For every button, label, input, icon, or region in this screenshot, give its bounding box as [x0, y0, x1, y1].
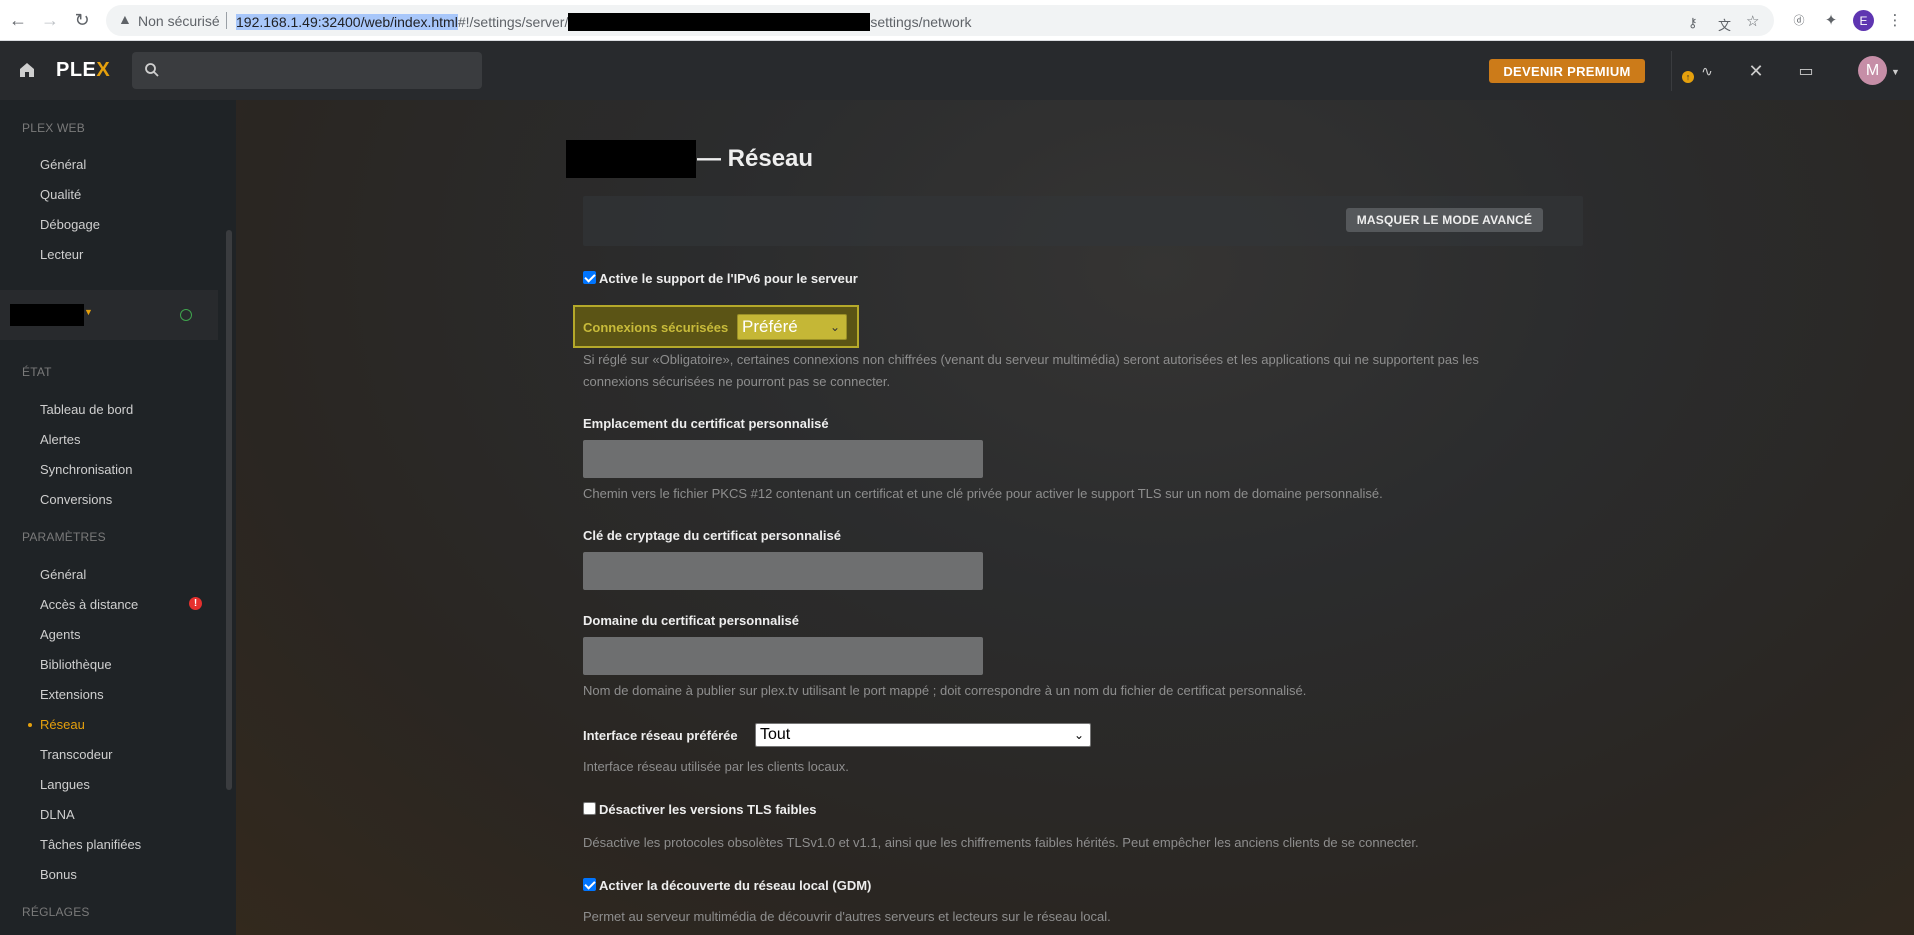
ipv6-label: Active le support de l'IPv6 pour le serv… [599, 271, 858, 286]
server-name-redaction [10, 304, 84, 326]
chevron-down-icon[interactable]: ▼ [1891, 67, 1900, 77]
weak-tls-help: Désactive les protocoles obsolètes TLSv1… [583, 835, 1419, 850]
kebab-menu-icon[interactable]: ⋮ [1884, 9, 1906, 31]
section-settings: PARAMÈTRES [22, 530, 106, 544]
activity-icon[interactable]: ∿ [1694, 58, 1720, 84]
omnibox-separator [226, 12, 227, 29]
network-interface-help: Interface réseau utilisée par les client… [583, 759, 849, 774]
sidebar-item-sync[interactable]: Synchronisation [40, 462, 133, 477]
network-interface-select[interactable]: Tout ⌄ [755, 723, 1091, 747]
sidebar-item-conversions[interactable]: Conversions [40, 492, 112, 507]
sidebar-item-extensions[interactable]: Extensions [40, 687, 104, 702]
gdm-checkbox[interactable] [583, 878, 596, 891]
url-redaction [568, 13, 871, 31]
section-preferences: RÉGLAGES [22, 905, 90, 919]
topbar-divider [1671, 51, 1672, 91]
cast-icon[interactable]: ▭ [1793, 58, 1819, 84]
ipv6-checkbox[interactable] [583, 271, 596, 284]
secure-help-line-1: Si réglé sur «Obligatoire», certaines co… [583, 352, 1479, 367]
url-path-prefix: #!/settings/server/ [457, 14, 569, 30]
sidebar-item-debug[interactable]: Débogage [40, 217, 100, 232]
cert-domain-input[interactable] [583, 637, 983, 675]
gdm-label: Activer la découverte du réseau local (G… [599, 878, 872, 893]
sidebar-item-web-general[interactable]: Général [40, 157, 86, 172]
cert-location-label: Emplacement du certificat personnalisé [583, 416, 829, 431]
server-title-redaction [566, 140, 696, 178]
active-indicator [28, 723, 32, 727]
chevron-down-icon: ⌄ [829, 320, 840, 334]
sidebar-item-dlna[interactable]: DLNA [40, 807, 75, 822]
weak-tls-checkbox[interactable] [583, 802, 596, 815]
chevron-down-icon: ⌄ [1073, 728, 1084, 742]
sidebar-item-remote-access[interactable]: Accès à distance [40, 597, 138, 612]
plex-logo-x: X [96, 59, 111, 81]
browser-toolbar: ← → ↻ ▲ Non sécurisé 192.168.1.49:32400/… [0, 0, 1914, 41]
plex-topbar: PLEX DEVENIR PREMIUM ∿ ↑ ✕ ▭ M ▼ [0, 41, 1914, 100]
update-available-icon[interactable]: ↑ [1682, 71, 1694, 83]
reload-icon[interactable]: ↻ [70, 8, 94, 32]
cert-domain-help: Nom de domaine à publier sur plex.tv uti… [583, 683, 1307, 698]
home-icon[interactable] [18, 61, 36, 79]
weak-tls-label: Désactiver les versions TLS faibles [599, 802, 817, 817]
server-selector[interactable]: ▼ [0, 290, 218, 340]
url-text[interactable]: 192.168.1.49:32400/web/index.html#!/sett… [236, 13, 972, 31]
secure-connections-value: Préféré [742, 317, 798, 336]
plex-logo-text: PLE [56, 59, 97, 81]
sidebar-item-alerts[interactable]: Alertes [40, 432, 80, 447]
user-avatar[interactable]: M [1858, 56, 1887, 85]
plex-logo[interactable]: PLEX [56, 59, 110, 82]
forward-icon[interactable]: → [38, 8, 62, 32]
sidebar-item-player[interactable]: Lecteur [40, 247, 83, 262]
extension-d-icon[interactable]: ⓓ [1788, 9, 1810, 31]
sidebar-item-scheduled-tasks[interactable]: Tâches planifiées [40, 837, 141, 852]
cert-key-input[interactable] [583, 552, 983, 590]
sidebar-item-library[interactable]: Bibliothèque [40, 657, 112, 672]
search-input[interactable] [132, 52, 482, 89]
sidebar-item-languages[interactable]: Langues [40, 777, 90, 792]
sidebar-item-general[interactable]: Général [40, 567, 86, 582]
sidebar-item-network[interactable]: Réseau [40, 717, 85, 732]
settings-tools-icon[interactable]: ✕ [1743, 58, 1769, 84]
section-plex-web: PLEX WEB [22, 121, 85, 135]
cert-location-help: Chemin vers le fichier PKCS #12 contenan… [583, 486, 1383, 501]
sidebar-item-transcoder[interactable]: Transcodeur [40, 747, 113, 762]
chevron-down-icon[interactable]: ▼ [84, 307, 93, 317]
secure-connections-label: Connexions sécurisées [583, 320, 729, 335]
sidebar-scrollbar[interactable] [226, 230, 232, 790]
secure-help-line-2: connexions sécurisées ne pourront pas se… [583, 374, 891, 389]
hide-advanced-button[interactable]: MASQUER LE MODE AVANCÉ [1346, 208, 1543, 232]
gdm-help: Permet au serveur multimédia de découvri… [583, 909, 1111, 924]
sidebar-item-extras[interactable]: Bonus [40, 867, 77, 882]
section-status: ÉTAT [22, 365, 52, 379]
browser-profile-avatar[interactable]: E [1853, 10, 1874, 31]
security-label: Non sécurisé [138, 13, 220, 29]
cert-domain-label: Domaine du certificat personnalisé [583, 613, 800, 628]
secure-connections-select[interactable]: Préféré ⌄ [737, 314, 847, 340]
address-bar[interactable]: ▲ Non sécurisé 192.168.1.49:32400/web/in… [106, 5, 1774, 36]
sidebar-item-agents[interactable]: Agents [40, 627, 80, 642]
search-icon [145, 63, 159, 77]
sidebar-item-quality[interactable]: Qualité [40, 187, 81, 202]
settings-sidebar: PLEX WEB Général Qualité Débogage Lecteu… [0, 100, 236, 935]
cert-location-input[interactable] [583, 440, 983, 478]
page-title: — Réseau [697, 145, 814, 172]
url-path-suffix: settings/network [870, 14, 972, 30]
star-icon[interactable]: ☆ [1746, 12, 1759, 30]
go-premium-button[interactable]: DEVENIR PREMIUM [1489, 59, 1645, 83]
url-host: 192.168.1.49:32400/web/index.html [236, 14, 458, 30]
warning-icon: ▲ [118, 11, 132, 27]
back-icon[interactable]: ← [6, 8, 30, 32]
sidebar-item-dashboard[interactable]: Tableau de bord [40, 402, 133, 417]
key-icon[interactable]: ⚷ [1688, 15, 1698, 31]
translate-icon[interactable]: 文 [1718, 15, 1731, 34]
settings-main: — Réseau MASQUER LE MODE AVANCÉ Active l… [236, 100, 1914, 935]
network-interface-value: Tout [760, 726, 791, 743]
network-interface-label: Interface réseau préférée [583, 728, 738, 743]
lock-icon [180, 309, 192, 321]
cert-key-label: Clé de cryptage du certificat personnali… [583, 528, 841, 543]
puzzle-icon[interactable]: ✦ [1820, 9, 1842, 31]
remote-access-alert-icon: ! [189, 597, 202, 610]
